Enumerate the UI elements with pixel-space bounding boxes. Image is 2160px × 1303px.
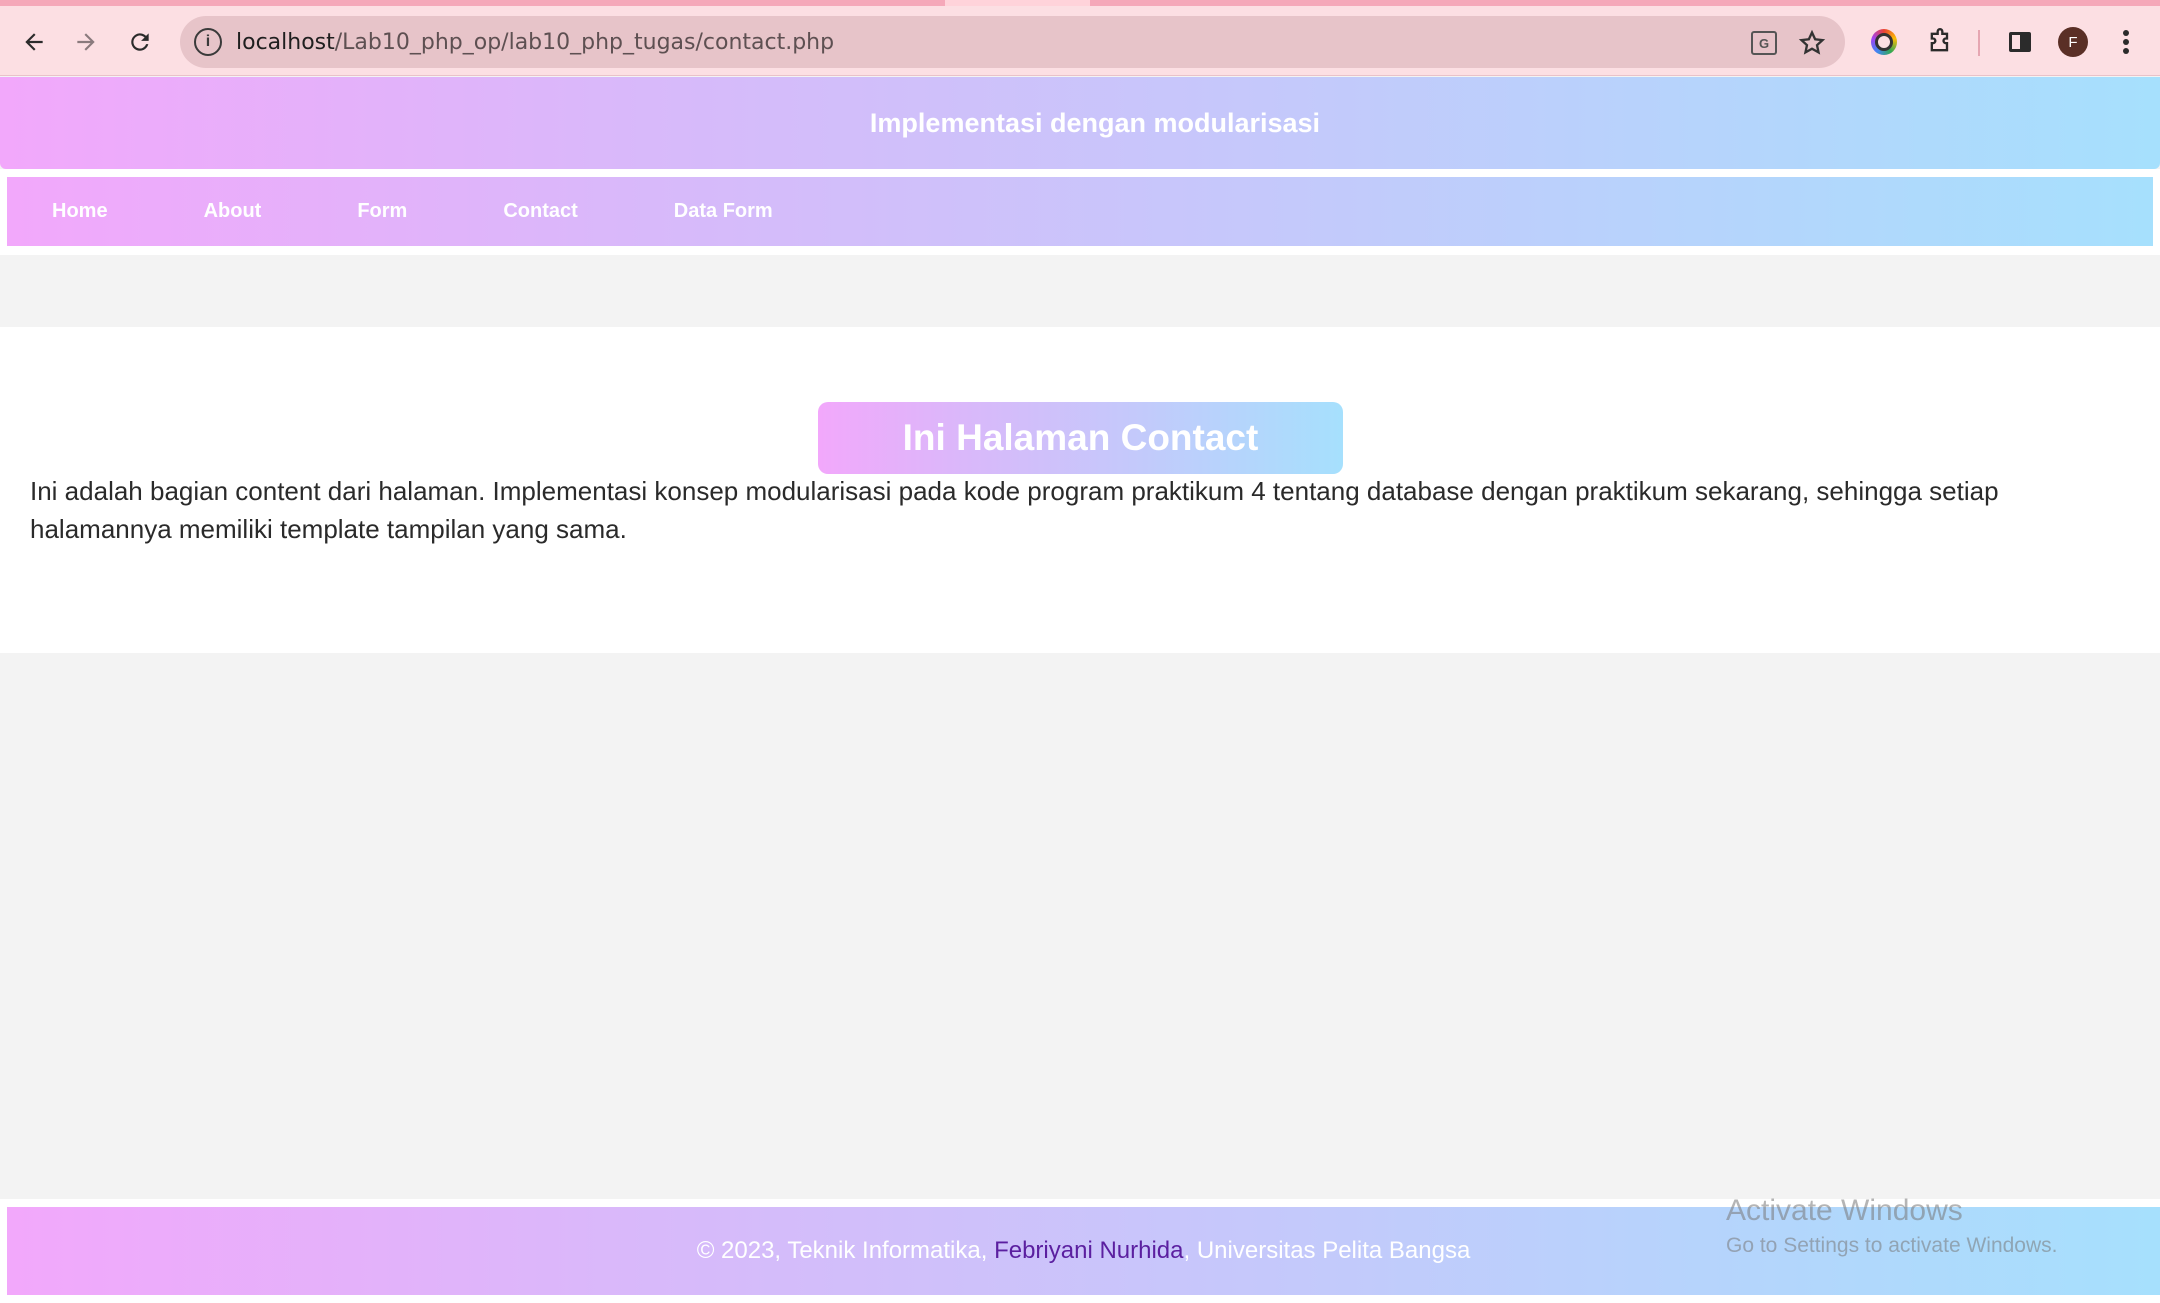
site-header: Implementasi dengan modularisasi: [0, 77, 2160, 169]
star-icon: [1798, 29, 1826, 55]
reload-button[interactable]: [120, 22, 160, 62]
watermark-subtitle: Go to Settings to activate Windows.: [1726, 1234, 2058, 1257]
profile-button[interactable]: F: [2053, 22, 2093, 62]
url-path: /Lab10_php_op/lab10_php_tugas/contact.ph…: [334, 30, 835, 55]
reload-icon: [131, 33, 149, 51]
arrow-right-icon: [77, 33, 95, 51]
bookmark-button[interactable]: [1795, 26, 1829, 60]
footer-text: © 2023, Teknik Informatika, Febriyani Nu…: [697, 1237, 1471, 1265]
color-extension-button[interactable]: [1864, 22, 1904, 62]
kebab-menu-icon: [2123, 30, 2129, 54]
back-button[interactable]: [14, 22, 54, 62]
nav-section: Home About Form Contact Data Form: [0, 169, 2160, 329]
side-panel-button[interactable]: [2000, 22, 2040, 62]
nav-link-form[interactable]: Form: [357, 200, 407, 223]
avatar: F: [2058, 27, 2088, 57]
arrow-left-icon: [25, 33, 43, 51]
content-title-box: Ini Halaman Contact: [818, 402, 1343, 474]
address-bar[interactable]: i localhost/Lab10_php_op/lab10_php_tugas…: [180, 16, 1845, 68]
extensions-button[interactable]: [1920, 22, 1960, 62]
content-paragraph: Ini adalah bagian content dari halaman. …: [30, 476, 1999, 544]
browser-toolbar: i localhost/Lab10_php_op/lab10_php_tugas…: [0, 6, 2160, 76]
watermark-title: Activate Windows: [1726, 1194, 1963, 1227]
footer-author: Febriyani Nurhida: [994, 1237, 1184, 1264]
info-icon[interactable]: i: [194, 28, 222, 56]
menu-button[interactable]: [2106, 22, 2146, 62]
page-viewport: Implementasi dengan modularisasi Home Ab…: [0, 77, 2160, 1303]
site-title: Implementasi dengan modularisasi: [869, 107, 1321, 138]
url-host: localhost: [236, 30, 335, 55]
nav-link-data-form[interactable]: Data Form: [674, 200, 773, 223]
footer-suffix: , Universitas Pelita Bangsa: [1183, 1237, 1471, 1264]
footer-prefix: © 2023, Teknik Informatika,: [696, 1237, 995, 1264]
content-area: Ini Halaman Contact Ini adalah bagian co…: [0, 327, 2160, 653]
nav-link-about[interactable]: About: [204, 200, 262, 223]
forward-button[interactable]: [66, 22, 106, 62]
main-nav: Home About Form Contact Data Form: [7, 177, 2153, 246]
puzzle-icon: [1930, 28, 1949, 52]
activate-windows-watermark: Activate Windows Go to Settings to activ…: [1726, 1194, 2058, 1258]
color-picker-extension-icon: [1871, 29, 1897, 55]
side-panel-icon: [2009, 32, 2031, 52]
page-title: Ini Halaman Contact: [902, 417, 1259, 458]
url-text[interactable]: localhost/Lab10_php_op/lab10_php_tugas/c…: [236, 30, 834, 55]
toolbar-divider: [1978, 30, 1980, 56]
translate-button[interactable]: G: [1747, 26, 1781, 60]
nav-link-contact[interactable]: Contact: [503, 200, 577, 223]
translate-icon: G: [1751, 31, 1777, 55]
nav-link-home[interactable]: Home: [52, 200, 108, 223]
